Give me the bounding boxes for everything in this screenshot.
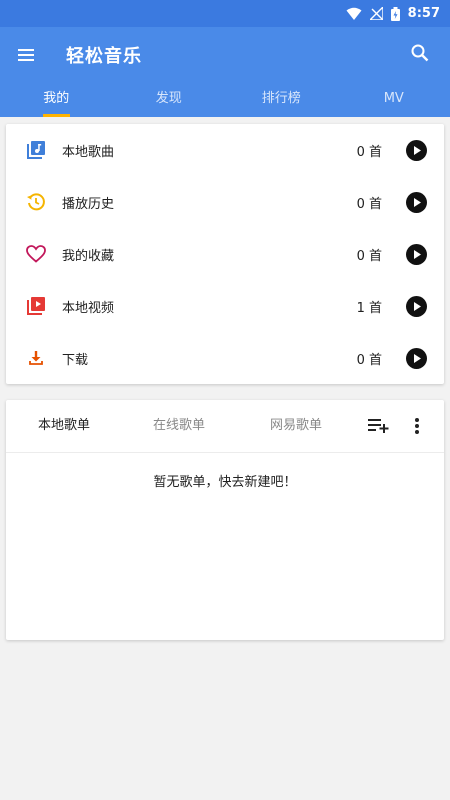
tab-mine[interactable]: 我的 bbox=[0, 83, 113, 117]
library-label: 下载 bbox=[62, 352, 89, 368]
search-button[interactable] bbox=[400, 35, 440, 75]
search-icon bbox=[411, 44, 429, 66]
playlist-tabs: 本地歌单 在线歌单 网易歌单 bbox=[6, 400, 444, 453]
library-label: 我的收藏 bbox=[62, 248, 115, 264]
music-file-icon bbox=[16, 140, 56, 160]
app-title: 轻松音乐 bbox=[66, 46, 142, 67]
menu-button[interactable] bbox=[0, 27, 52, 83]
playlist-card: 本地歌单 在线歌单 网易歌单 暂无歌单，快去新建吧！ bbox=[6, 400, 444, 640]
play-icon[interactable] bbox=[406, 243, 427, 265]
library-label: 本地视频 bbox=[62, 300, 115, 316]
history-icon bbox=[16, 192, 56, 212]
library-row-downloads[interactable]: 下载 0 首 bbox=[6, 332, 444, 384]
wifi-icon bbox=[346, 7, 362, 21]
tab-charts[interactable]: 排行榜 bbox=[225, 83, 338, 117]
library-row-favorites[interactable]: 我的收藏 0 首 bbox=[6, 228, 444, 280]
library-count: 0 首 bbox=[356, 196, 382, 212]
library-count: 0 首 bbox=[356, 352, 382, 368]
playlist-tab-netease[interactable]: 网易歌单 bbox=[270, 400, 322, 452]
no-signal-icon bbox=[369, 7, 383, 20]
status-bar: 8:57 bbox=[0, 0, 450, 27]
app-bar: 轻松音乐 bbox=[0, 27, 450, 83]
play-icon[interactable] bbox=[406, 139, 427, 161]
heart-icon bbox=[16, 245, 56, 263]
library-row-local-videos[interactable]: 本地视频 1 首 bbox=[6, 280, 444, 332]
play-icon[interactable] bbox=[406, 295, 427, 317]
playlist-add-icon[interactable] bbox=[366, 414, 392, 438]
library-count: 1 首 bbox=[356, 300, 382, 316]
play-icon[interactable] bbox=[406, 191, 427, 213]
library-card: 本地歌曲 0 首 播放历史 0 首 我的收藏 0 首 本地视频 1 首 下载 0… bbox=[6, 124, 444, 384]
more-vert-icon[interactable] bbox=[406, 414, 428, 438]
library-label: 本地歌曲 bbox=[62, 144, 115, 160]
main-tabs: 我的 发现 排行榜 MV bbox=[0, 83, 450, 117]
tab-mv[interactable]: MV bbox=[338, 83, 450, 117]
download-icon bbox=[16, 349, 56, 367]
battery-icon bbox=[390, 6, 400, 21]
library-count: 0 首 bbox=[356, 144, 382, 160]
empty-playlist-message: 暂无歌单，快去新建吧！ bbox=[153, 475, 297, 490]
playlist-tab-local[interactable]: 本地歌单 bbox=[38, 400, 90, 452]
library-row-local-songs[interactable]: 本地歌曲 0 首 bbox=[6, 124, 444, 176]
video-icon bbox=[16, 296, 56, 316]
playlist-tab-online[interactable]: 在线歌单 bbox=[153, 400, 205, 452]
library-row-history[interactable]: 播放历史 0 首 bbox=[6, 176, 444, 228]
tab-discover[interactable]: 发现 bbox=[113, 83, 226, 117]
play-icon[interactable] bbox=[406, 347, 427, 369]
library-count: 0 首 bbox=[356, 248, 382, 264]
library-label: 播放历史 bbox=[62, 196, 115, 212]
status-time: 8:57 bbox=[407, 6, 440, 21]
menu-icon bbox=[18, 46, 34, 65]
